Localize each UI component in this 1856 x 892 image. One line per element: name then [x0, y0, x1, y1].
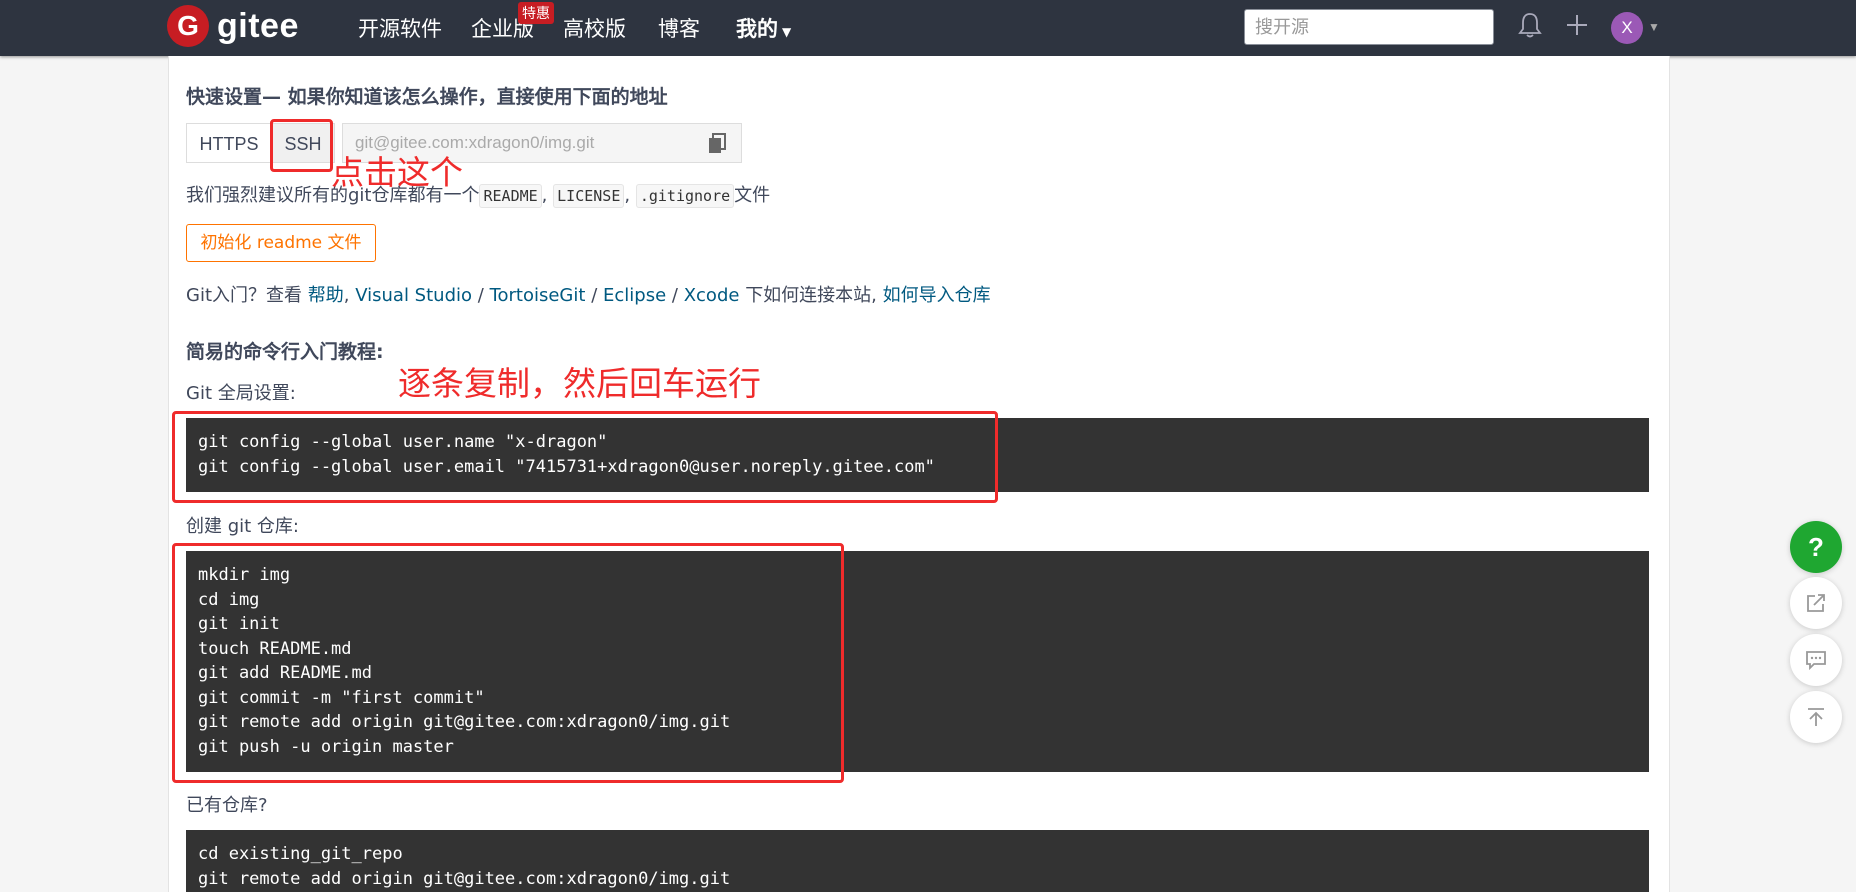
annotation-click-this: 点击这个 [331, 153, 463, 192]
help-button[interactable]: ? [1790, 521, 1842, 573]
help-link[interactable]: 帮助 [308, 285, 344, 306]
xcode-link[interactable]: Xcode [684, 285, 740, 306]
chevron-down-icon[interactable]: ▼ [1648, 20, 1660, 34]
code-line: cd existing_git_repo [198, 844, 403, 864]
external-link-icon [1807, 594, 1825, 612]
arrow-up-icon [1808, 708, 1824, 726]
create-repo-label: 创建 git 仓库: [186, 516, 299, 537]
comment-button[interactable] [1790, 634, 1842, 686]
tutorial-heading: 简易的命令行入门教程: [186, 341, 384, 363]
gitignore-recommendation: 我们强烈建议所有的git仓库都有一个 README, LICENSE, .giti… [186, 181, 771, 208]
gitee-logo-mark: G [167, 5, 209, 47]
create-repo-highlight-box [172, 543, 844, 783]
gitee-logo-text: gitee [217, 6, 299, 45]
separator: , [541, 185, 548, 206]
comma: , [343, 285, 350, 306]
share-button[interactable] [1790, 577, 1842, 629]
code-line: git remote add origin git@gitee.com:xdra… [198, 868, 731, 889]
ssh-highlight-box [270, 119, 333, 172]
slash: / [477, 285, 484, 306]
avatar[interactable]: X [1611, 12, 1643, 44]
eclipse-link[interactable]: Eclipse [603, 285, 666, 306]
tortoisegit-link[interactable]: TortoiseGit [490, 285, 586, 306]
intro-prefix: Git入门？查看 [186, 285, 303, 306]
gitee-logo[interactable]: G gitee [167, 5, 299, 47]
slash: / [591, 285, 598, 306]
comment-icon [1806, 651, 1826, 671]
nav-item-blog[interactable]: 博客 [658, 13, 700, 43]
search-input[interactable] [1244, 9, 1494, 45]
readme-code: README [479, 184, 542, 208]
promo-badge: 特惠 [518, 2, 554, 24]
global-setup-label: Git 全局设置: [186, 383, 296, 404]
init-readme-button[interactable]: 初始化 readme 文件 [186, 224, 376, 262]
existing-repo-code[interactable]: cd existing_git_repogit remote add origi… [186, 830, 1649, 892]
chevron-down-icon: ▼ [782, 25, 792, 39]
nav-item-mine-label: 我的 [736, 17, 778, 41]
nav-item-mine[interactable]: 我的 ▼ [736, 13, 791, 43]
bell-icon[interactable] [1516, 10, 1544, 40]
top-navbar: G gitee 开源软件 企业版 特惠 高校版 博客 我的▼ X ▼ [0, 0, 1856, 56]
back-to-top-button[interactable] [1790, 691, 1842, 743]
visual-studio-link[interactable]: Visual Studio [355, 285, 472, 306]
question-icon: ? [1808, 531, 1824, 562]
existing-repo-label: 已有仓库? [186, 795, 268, 816]
import-repo-link[interactable]: 如何导入仓库 [883, 285, 991, 306]
intro-middle: 下如何连接本站, [745, 285, 877, 306]
quick-setup-heading: 快速设置— 如果你知道该怎么操作，直接使用下面的地址 [186, 86, 668, 108]
nav-item-open-source[interactable]: 开源软件 [358, 13, 442, 43]
gitignore-code: .gitignore [635, 184, 735, 208]
git-intro-line: Git入门？查看 帮助, Visual Studio / TortoiseGit… [186, 281, 991, 307]
plus-icon[interactable] [1563, 10, 1591, 40]
slash: / [671, 285, 678, 306]
copy-icon[interactable] [707, 132, 727, 154]
separator: , [624, 185, 631, 206]
global-config-highlight-box [172, 411, 998, 503]
license-code: LICENSE [553, 184, 625, 208]
nav-item-education[interactable]: 高校版 [563, 13, 626, 43]
annotation-copy-run: 逐条复制，然后回车运行 [398, 364, 761, 403]
https-button[interactable]: HTTPS [186, 123, 272, 163]
recommend-suffix: 文件 [734, 185, 771, 206]
